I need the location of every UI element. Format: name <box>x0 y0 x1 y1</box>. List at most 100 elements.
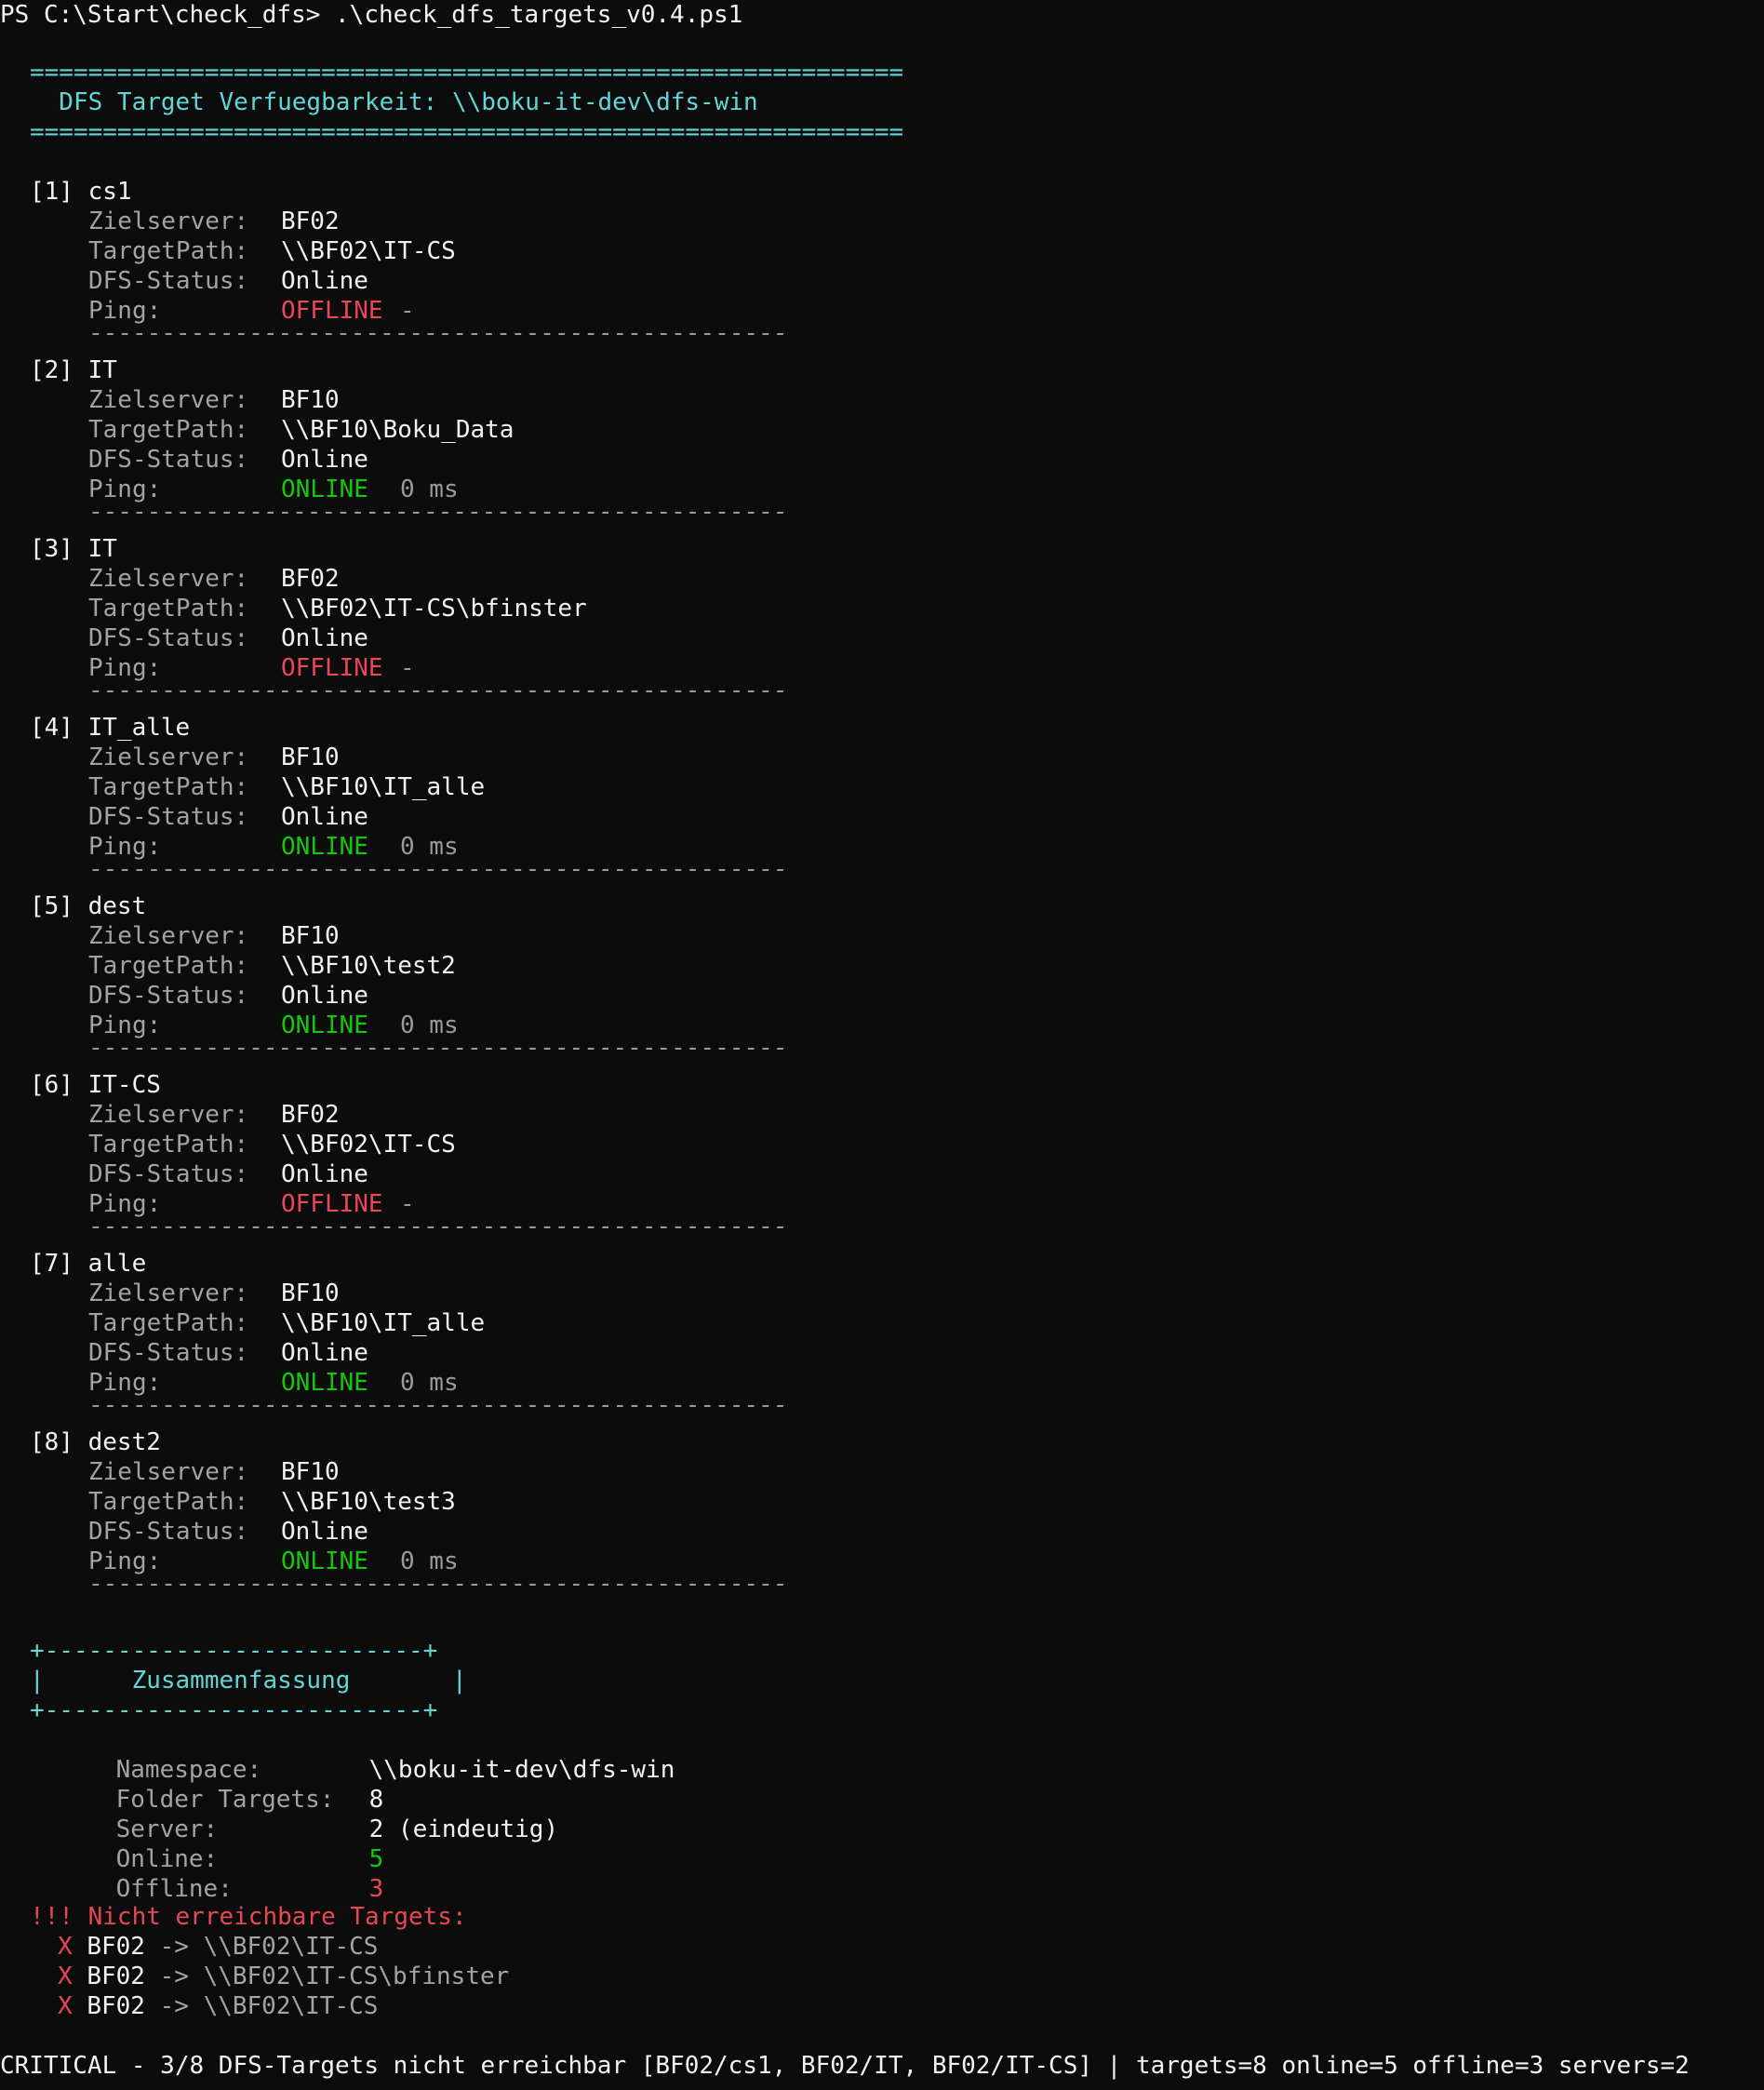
target-server-value: BF02 <box>281 1101 340 1129</box>
summary-targets: Folder Targets: 8 <box>0 1755 384 1814</box>
summary-server-value: 2 (eindeutig) <box>368 1815 559 1843</box>
target-server-value: BF10 <box>281 922 340 950</box>
target-server-label: Zielserver: <box>88 744 249 771</box>
target-index: [5] <box>30 892 74 920</box>
target-index: [2] <box>30 356 74 384</box>
target-dfs-status-label: DFS-Status: <box>88 1160 249 1188</box>
target-title: [4] IT_alle <box>0 713 190 743</box>
target-title: [1] cs1 <box>0 177 132 207</box>
target-dfs-status-value: Online <box>281 1160 368 1188</box>
command-prompt: PS C:\Start\check_dfs> .\check_dfs_targe… <box>0 1 743 29</box>
result-line: CRITICAL - 3/8 DFS-Targets nicht erreich… <box>0 2052 1690 2080</box>
target-title: [6] IT-CS <box>0 1070 161 1100</box>
unreachable-arrow: -> <box>159 1963 189 1990</box>
target-name: IT <box>87 535 117 563</box>
target-dfs-status-row: DFS-Status: Online <box>0 981 368 1011</box>
unreachable-item: X BF02 -> \\BF02\IT-CS\bfinster <box>0 1962 509 1991</box>
target-title: [2] IT <box>0 355 117 385</box>
target-dfs-status-value: Online <box>281 982 368 1010</box>
target-path-value: \\BF10\IT_alle <box>281 1309 486 1337</box>
summary-box-title: | Zusammenfassung | <box>30 1667 467 1695</box>
unreachable-path: \\BF02\IT-CS <box>203 1992 379 2020</box>
summary-server: Server: 2 (eindeutig) <box>0 1785 559 1843</box>
target-server-row: Zielserver: BF10 <box>0 921 340 951</box>
target-dfs-status-label: DFS-Status: <box>88 803 249 831</box>
target-server-value: BF02 <box>281 565 340 593</box>
target-server-label: Zielserver: <box>88 1279 249 1307</box>
target-index: [1] <box>30 178 74 206</box>
target-path-row: TargetPath: \\BF10\test3 <box>0 1487 456 1517</box>
unreachable-server: BF02 <box>87 1992 145 2020</box>
unreachable-path: \\BF02\IT-CS <box>203 1933 379 1961</box>
target-path-row: TargetPath: \\BF02\IT-CS <box>0 1130 456 1159</box>
target-server-row: Zielserver: BF10 <box>0 1457 340 1487</box>
target-path-label: TargetPath: <box>88 237 249 265</box>
target-separator: ----------------------------------------… <box>88 1034 788 1062</box>
header-rule-top: ========================================… <box>30 59 904 87</box>
target-path-label: TargetPath: <box>88 952 249 980</box>
summary-offline: Offline: 3 <box>0 1844 384 1903</box>
target-path-row: TargetPath: \\BF10\Boku_Data <box>0 415 514 445</box>
target-path-row: TargetPath: \\BF10\test2 <box>0 951 456 981</box>
target-title: [7] alle <box>0 1249 146 1279</box>
target-path-value: \\BF10\IT_alle <box>281 773 486 801</box>
target-server-row: Zielserver: BF02 <box>0 564 340 594</box>
target-dfs-status-value: Online <box>281 624 368 652</box>
target-server-value: BF10 <box>281 1279 340 1307</box>
target-path-value: \\BF10\test2 <box>281 952 456 980</box>
summary-box-bottom: +--------------------------+ <box>30 1696 438 1724</box>
unreachable-server: BF02 <box>87 1963 145 1990</box>
unreachable-arrow: -> <box>159 1992 189 2020</box>
summary-offline-label: Offline: <box>115 1875 233 1903</box>
unreachable-marker-icon: X <box>58 1963 73 1990</box>
unreachable-arrow: -> <box>159 1933 189 1961</box>
target-index: [8] <box>30 1428 74 1456</box>
unreachable-server: BF02 <box>87 1933 145 1961</box>
target-dfs-status-value: Online <box>281 803 368 831</box>
target-path-label: TargetPath: <box>88 1131 249 1159</box>
summary-namespace: Namespace: \\boku-it-dev\dfs-win <box>0 1725 675 1784</box>
terminal-window[interactable]: PS C:\Start\check_dfs> .\check_dfs_targe… <box>0 0 1764 2090</box>
summary-offline-value: 3 <box>368 1875 384 1903</box>
target-dfs-status-label: DFS-Status: <box>88 624 249 652</box>
target-separator: ----------------------------------------… <box>88 319 788 347</box>
target-index: [6] <box>30 1071 74 1099</box>
target-separator: ----------------------------------------… <box>88 498 788 526</box>
target-separator: ----------------------------------------… <box>88 677 788 704</box>
target-path-label: TargetPath: <box>88 1309 249 1337</box>
target-name: alle <box>87 1250 147 1278</box>
target-server-label: Zielserver: <box>88 208 249 235</box>
summary-online: Online: 5 <box>0 1815 384 1873</box>
target-index: [7] <box>30 1250 74 1278</box>
target-title: [5] dest <box>0 891 146 921</box>
target-dfs-status-label: DFS-Status: <box>88 1518 249 1546</box>
summary-namespace-value: \\boku-it-dev\dfs-win <box>368 1756 675 1784</box>
target-dfs-status-value: Online <box>281 446 368 474</box>
target-path-value: \\BF10\test3 <box>281 1488 456 1516</box>
target-server-value: BF10 <box>281 744 340 771</box>
unreachable-marker-icon: X <box>58 1933 73 1961</box>
target-dfs-status-row: DFS-Status: Online <box>0 266 368 296</box>
target-dfs-status-row: DFS-Status: Online <box>0 445 368 475</box>
unreachable-item: X BF02 -> \\BF02\IT-CS <box>0 1932 378 1962</box>
target-server-row: Zielserver: BF10 <box>0 743 340 772</box>
unreachable-item: X BF02 -> \\BF02\IT-CS <box>0 1991 378 2021</box>
target-name: IT <box>87 356 117 384</box>
header-title: DFS Target Verfuegbarkeit: \\boku-it-dev… <box>30 88 758 116</box>
target-path-label: TargetPath: <box>88 595 249 623</box>
target-name: IT_alle <box>87 714 191 742</box>
target-name: dest2 <box>87 1428 161 1456</box>
target-dfs-status-value: Online <box>281 267 368 295</box>
target-separator: ----------------------------------------… <box>88 1212 788 1240</box>
unreachable-marker-icon: X <box>58 1992 73 2020</box>
target-path-value: \\BF02\IT-CS <box>281 1131 456 1159</box>
target-dfs-status-value: Online <box>281 1339 368 1367</box>
target-dfs-status-row: DFS-Status: Online <box>0 1159 368 1189</box>
target-dfs-status-row: DFS-Status: Online <box>0 1338 368 1368</box>
unreachable-path: \\BF02\IT-CS\bfinster <box>203 1963 510 1990</box>
target-path-value: \\BF10\Boku_Data <box>281 416 514 444</box>
target-dfs-status-label: DFS-Status: <box>88 982 249 1010</box>
target-server-value: BF02 <box>281 208 340 235</box>
header-rule-bottom: ========================================… <box>30 118 904 146</box>
target-path-row: TargetPath: \\BF02\IT-CS\bfinster <box>0 594 587 623</box>
